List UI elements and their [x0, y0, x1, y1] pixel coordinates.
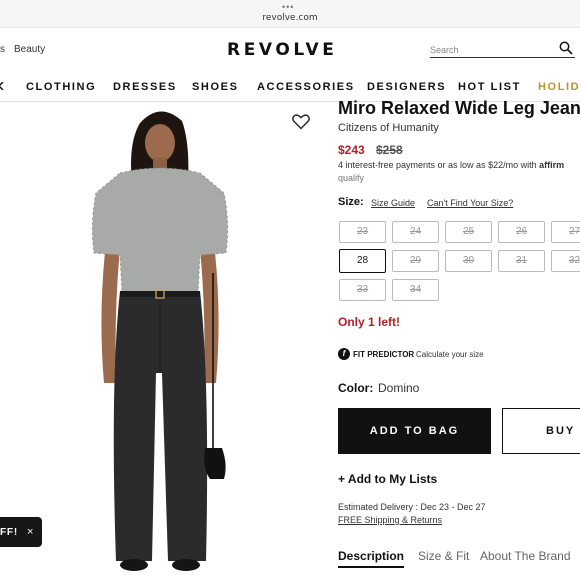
stock-message: Only 1 left! — [338, 315, 401, 329]
size-option-30[interactable]: 30 — [445, 250, 492, 272]
product-title: Miro Relaxed Wide Leg Jean — [338, 98, 580, 118]
size-option-31[interactable]: 31 — [498, 250, 545, 272]
promo-close-icon[interactable]: × — [27, 526, 33, 538]
nav-item-designers[interactable]: DESIGNERS — [367, 81, 446, 93]
nav-item-clothing[interactable]: CLOTHING — [26, 81, 96, 93]
nav-item-hot-list[interactable]: HOT LIST — [458, 81, 521, 93]
wishlist-heart-icon[interactable] — [292, 114, 310, 130]
add-to-lists-link[interactable]: + Add to My Lists — [338, 472, 437, 486]
add-to-bag-button[interactable]: ADD TO BAG — [338, 408, 491, 454]
nav-item-accessories[interactable]: ACCESSORIES — [257, 81, 355, 93]
cant-find-size-link[interactable]: Can't Find Your Size? — [427, 198, 513, 208]
size-option-23[interactable]: 23 — [339, 221, 386, 243]
affirm-logo: affirm — [539, 160, 565, 170]
search-icon[interactable] — [559, 41, 573, 55]
size-option-28[interactable]: 28 — [339, 249, 386, 273]
size-label: Size: — [338, 196, 364, 208]
product-image[interactable] — [0, 103, 330, 580]
product-brand[interactable]: Citizens of Humanity — [338, 122, 439, 134]
browser-address-bar: ••• revolve.com — [0, 0, 580, 28]
tab-size-fit[interactable]: Size & Fit — [418, 549, 469, 563]
fit-predictor-icon: f — [338, 348, 350, 360]
sale-price: $243 — [338, 143, 365, 157]
buy-now-button[interactable]: BUY N — [502, 408, 580, 454]
nav-item-shoes[interactable]: SHOES — [192, 81, 239, 93]
size-option-26[interactable]: 26 — [498, 221, 545, 243]
revolve-logo[interactable]: REVOLVE — [227, 40, 337, 60]
size-option-29[interactable]: 29 — [392, 250, 439, 272]
installments-text: 4 interest-free payments or as low as $2… — [338, 160, 564, 170]
search-input[interactable] — [430, 42, 550, 58]
prequalify-link[interactable]: qualify — [338, 173, 364, 183]
fit-predictor-label: FIT PREDICTOR — [353, 350, 415, 359]
model-illustration — [91, 111, 229, 571]
tab-about-brand[interactable]: About The Brand — [480, 549, 571, 563]
fit-predictor-cta[interactable]: Calculate your size — [416, 350, 484, 359]
size-option-32[interactable]: 32 — [551, 250, 580, 272]
size-option-34[interactable]: 34 — [392, 279, 439, 301]
original-price: $258 — [376, 143, 403, 157]
browser-menu-dots-icon[interactable]: ••• — [282, 3, 294, 12]
tab-description[interactable]: Description — [338, 549, 405, 568]
header-link-beauty[interactable]: Beauty — [14, 44, 45, 55]
search-box[interactable] — [430, 40, 575, 58]
size-option-24[interactable]: 24 — [392, 221, 439, 243]
promo-tab[interactable]: FF! × — [0, 517, 42, 547]
color-label: Color: — [338, 381, 374, 395]
size-guide-link[interactable]: Size Guide — [371, 198, 415, 208]
nav-item-holiday[interactable]: HOLIDA — [538, 81, 580, 93]
promo-label: FF! — [0, 527, 18, 538]
free-shipping-link[interactable]: FREE Shipping & Returns — [338, 515, 442, 525]
size-option-27[interactable]: 27 — [551, 221, 580, 243]
nav-item-dresses[interactable]: DRESSES — [113, 81, 177, 93]
color-value: Domino — [378, 381, 420, 395]
browser-url[interactable]: revolve.com — [0, 13, 580, 23]
size-option-33[interactable]: 33 — [339, 279, 386, 301]
header-link-truncated[interactable]: s — [0, 44, 5, 55]
nav-prev-chevron-icon[interactable] — [0, 82, 4, 90]
installments-copy: 4 interest-free payments or as low as $2… — [338, 160, 537, 170]
estimated-delivery: Estimated Delivery : Dec 23 - Dec 27 — [338, 502, 486, 512]
size-option-25[interactable]: 25 — [445, 221, 492, 243]
